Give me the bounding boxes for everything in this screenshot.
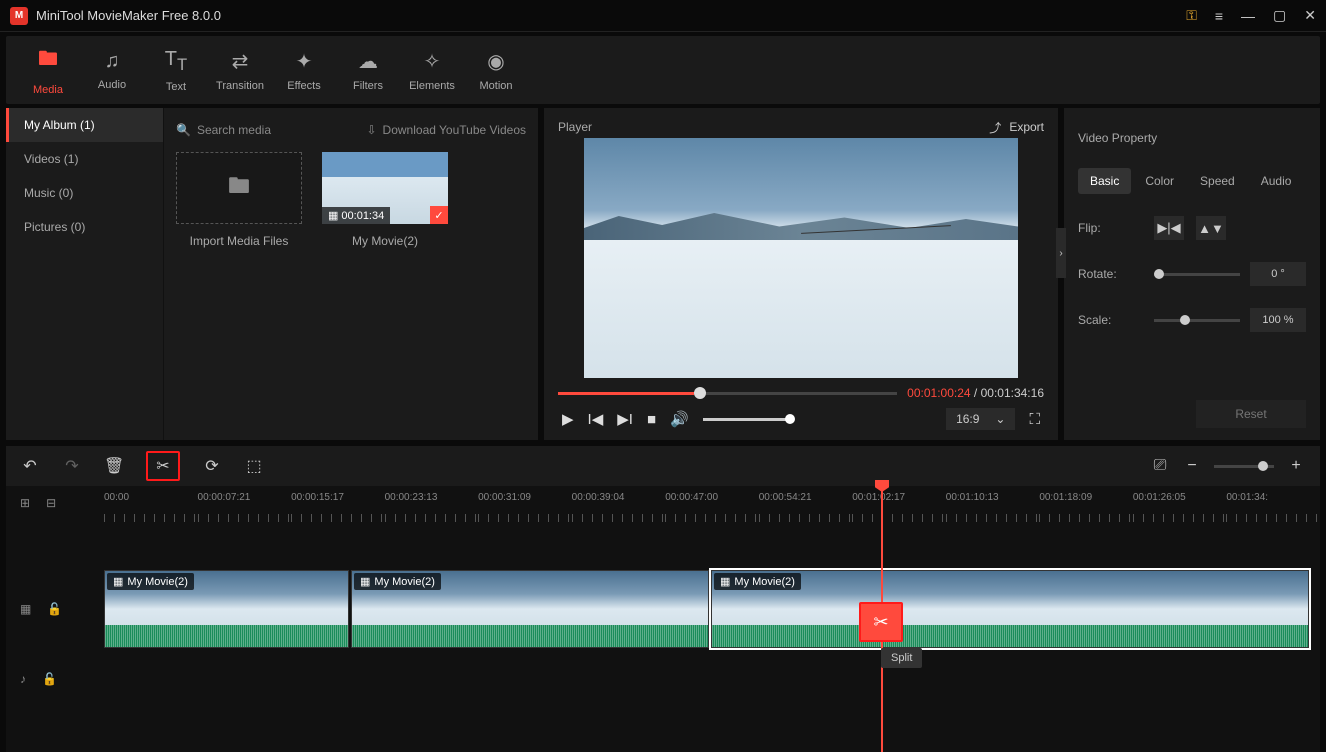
property-title: Video Property	[1078, 116, 1306, 160]
split-indicator[interactable]: ✂	[859, 602, 903, 642]
media-sidebar: My Album (1) Videos (1) Music (0) Pictur…	[6, 108, 164, 440]
time-display: 00:01:00:24 / 00:01:34:16	[907, 386, 1044, 400]
fit-button[interactable]: ⎚	[1150, 457, 1170, 475]
app-title: MiniTool MovieMaker Free 8.0.0	[36, 8, 1186, 23]
zoom-slider[interactable]	[1214, 465, 1274, 468]
aspect-ratio-select[interactable]: 16:9⌄	[946, 408, 1015, 430]
flip-vertical-button[interactable]: ▲▼	[1196, 216, 1226, 240]
folder-icon: 🖿	[38, 44, 58, 78]
player-title: Player	[558, 120, 989, 134]
download-icon: ⇩	[366, 123, 376, 137]
delete-button[interactable]: 🗑	[104, 456, 124, 476]
zoom-out-button[interactable]: −	[1182, 457, 1202, 475]
film-icon: ▦	[113, 575, 123, 588]
toolbar-media[interactable]: 🖿Media	[16, 36, 80, 104]
close-button[interactable]: ✕	[1304, 7, 1316, 24]
search-input[interactable]: 🔍Search media	[176, 123, 356, 137]
add-track-icon[interactable]: ⊞	[20, 496, 30, 510]
titlebar: M MiniTool MovieMaker Free 8.0.0 ⚿ ≡ — ▢…	[0, 0, 1326, 32]
rotate-value[interactable]: 0 °	[1250, 262, 1306, 286]
video-preview	[558, 138, 1044, 378]
elements-icon: ✧	[424, 49, 441, 74]
film-icon: ▦	[360, 575, 370, 588]
crop-button[interactable]: ⬚	[244, 456, 264, 476]
search-icon: 🔍	[176, 123, 191, 137]
check-icon: ✓	[430, 206, 448, 224]
tab-color[interactable]: Color	[1133, 168, 1186, 194]
minimize-button[interactable]: —	[1241, 8, 1255, 24]
undo-button[interactable]: ↶	[20, 456, 40, 476]
speed-button[interactable]: ⟳	[202, 456, 222, 476]
chevron-down-icon: ⌄	[995, 412, 1005, 426]
lock-icon[interactable]: 🔓	[42, 672, 57, 686]
media-panel: My Album (1) Videos (1) Music (0) Pictur…	[6, 108, 538, 440]
toolbar-transition[interactable]: ⇄Transition	[208, 36, 272, 104]
film-icon: ▦	[328, 209, 338, 222]
scale-value[interactable]: 100 %	[1250, 308, 1306, 332]
tab-basic[interactable]: Basic	[1078, 168, 1131, 194]
note-icon: ♫	[105, 50, 120, 73]
redo-button[interactable]: ↷	[62, 456, 82, 476]
split-button[interactable]: ✂	[146, 451, 180, 481]
split-tooltip: Split	[881, 648, 922, 668]
zoom-in-button[interactable]: +	[1286, 457, 1306, 475]
main-toolbar: 🖿Media ♫Audio TTText ⇄Transition ✦Effect…	[6, 36, 1320, 104]
property-panel: › Video Property Basic Color Speed Audio…	[1064, 108, 1320, 440]
next-frame-button[interactable]: ▶I	[617, 410, 633, 428]
tab-speed[interactable]: Speed	[1188, 168, 1247, 194]
remove-track-icon[interactable]: ⊟	[46, 496, 56, 510]
film-icon: ▦	[720, 575, 730, 588]
prev-frame-button[interactable]: I◀	[588, 410, 604, 428]
seek-slider[interactable]	[558, 392, 897, 395]
volume-icon[interactable]: 🔊	[670, 410, 689, 428]
sidebar-item-pictures[interactable]: Pictures (0)	[6, 210, 163, 244]
download-youtube-link[interactable]: ⇩Download YouTube Videos	[366, 123, 526, 137]
toolbar-motion[interactable]: ◉Motion	[464, 36, 528, 104]
play-button[interactable]: ▶	[562, 410, 574, 428]
reset-button[interactable]: Reset	[1196, 400, 1306, 428]
motion-icon: ◉	[487, 49, 504, 74]
stop-button[interactable]: ■	[647, 411, 656, 428]
timeline: ⊞ ⊟ 00:00 00:00:07:21 00:00:15:17 00:00:…	[6, 486, 1320, 752]
app-logo: M	[10, 7, 28, 25]
timeline-clip[interactable]: ▦My Movie(2)	[104, 570, 349, 648]
toolbar-effects[interactable]: ✦Effects	[272, 36, 336, 104]
export-button[interactable]: ⤴Export	[989, 119, 1044, 136]
effects-icon: ✦	[296, 49, 313, 74]
playhead[interactable]: ✂ Split	[881, 486, 883, 752]
scale-slider[interactable]	[1154, 319, 1240, 322]
flip-horizontal-button[interactable]: ▶|◀	[1154, 216, 1184, 240]
transition-icon: ⇄	[232, 49, 249, 74]
player-panel: Player ⤴Export 00:01:00:24 / 00:01:34:16…	[544, 108, 1058, 440]
import-media-button[interactable]: 🖿 Import Media Files	[176, 152, 302, 248]
lock-icon[interactable]: 🔓	[47, 602, 62, 616]
time-ruler[interactable]: 00:00 00:00:07:21 00:00:15:17 00:00:23:1…	[104, 492, 1320, 522]
volume-slider[interactable]	[703, 418, 793, 421]
collapse-handle[interactable]: ›	[1056, 228, 1066, 278]
timeline-clip[interactable]: ▦My Movie(2)	[351, 570, 709, 648]
rotate-slider[interactable]	[1154, 273, 1240, 276]
timeline-toolbar: ↶ ↷ 🗑 ✂ ⟳ ⬚ ⎚ − +	[6, 446, 1320, 486]
filters-icon: ☁	[358, 49, 378, 74]
folder-icon: 🖿	[228, 169, 250, 207]
sidebar-item-videos[interactable]: Videos (1)	[6, 142, 163, 176]
toolbar-filters[interactable]: ☁Filters	[336, 36, 400, 104]
sidebar-item-music[interactable]: Music (0)	[6, 176, 163, 210]
tab-audio[interactable]: Audio	[1249, 168, 1304, 194]
export-icon: ⤴	[989, 119, 1001, 136]
maximize-button[interactable]: ▢	[1273, 7, 1286, 24]
media-thumbnail[interactable]: ▦00:01:34 ✓ My Movie(2)	[322, 152, 448, 248]
toolbar-elements[interactable]: ✧Elements	[400, 36, 464, 104]
menu-icon[interactable]: ≡	[1215, 8, 1223, 24]
audio-track-icon: ♪	[20, 672, 26, 686]
toolbar-audio[interactable]: ♫Audio	[80, 36, 144, 104]
toolbar-text[interactable]: TTText	[144, 36, 208, 104]
text-icon: TT	[165, 48, 187, 75]
key-icon[interactable]: ⚿	[1186, 7, 1197, 24]
fullscreen-button[interactable]: ⛶	[1029, 411, 1040, 428]
sidebar-item-album[interactable]: My Album (1)	[6, 108, 163, 142]
video-track-icon: ▦	[20, 602, 31, 616]
timeline-clip[interactable]: ▦My Movie(2)	[711, 570, 1309, 648]
